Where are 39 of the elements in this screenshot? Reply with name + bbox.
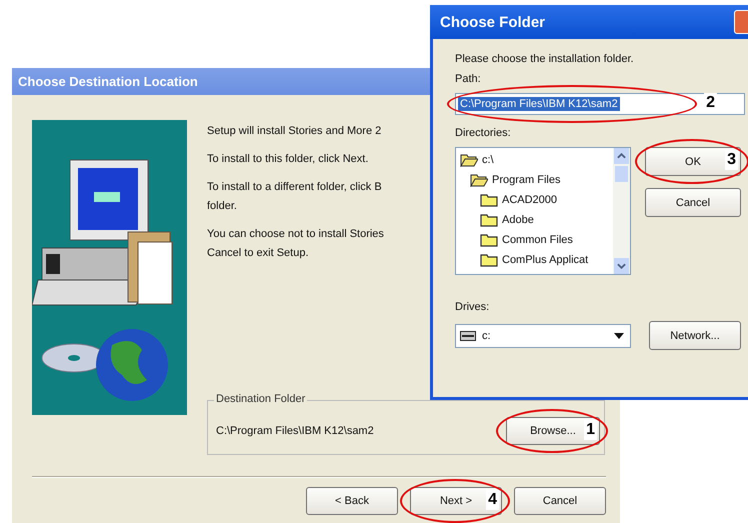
destination-path: C:\Program Files\IBM K12\sam2 xyxy=(216,424,374,436)
annotation-number: 4 xyxy=(486,490,499,510)
open-folder-icon xyxy=(460,153,478,167)
directory-item[interactable]: ACAD2000 xyxy=(456,190,613,210)
scroll-up-icon xyxy=(617,153,626,159)
dialog-button[interactable]: Cancel xyxy=(514,487,606,515)
drive-icon xyxy=(460,330,476,340)
prompt-text: Please choose the installation folder. xyxy=(455,53,634,65)
dropdown-arrow-icon xyxy=(614,332,624,338)
group-label: Destination Folder xyxy=(214,393,308,405)
instruction-text: Setup will install Stories and More 2 xyxy=(207,124,382,139)
annotation-number: 1 xyxy=(584,420,597,440)
folder-icon xyxy=(480,213,498,227)
directory-item[interactable]: Common Files xyxy=(456,230,613,250)
directory-item[interactable]: Program Files xyxy=(456,170,613,190)
drive-dropdown[interactable]: c: xyxy=(455,324,631,348)
instruction-text: To install to this folder, click Next. xyxy=(207,152,368,167)
dialog-button[interactable]: < Back xyxy=(306,487,398,515)
folder-icon xyxy=(480,253,498,267)
instruction-text: To install to a different folder, click B folder. xyxy=(207,180,382,214)
path-value: C:\Program Files\IBM K12\sam2 xyxy=(458,97,620,111)
open-folder-icon xyxy=(470,173,488,187)
field-label: Directories: xyxy=(455,127,511,139)
instruction-text: You can choose not to install Stories Cancel to exit Setup. xyxy=(207,227,384,261)
dialog-button[interactable]: Cancel xyxy=(645,188,741,217)
folder-icon xyxy=(480,233,498,247)
scroll-down-icon xyxy=(617,263,626,269)
window-title: Choose Folder xyxy=(440,14,546,30)
scroll-thumb[interactable] xyxy=(615,166,628,182)
directory-item[interactable]: c:\ xyxy=(456,150,613,170)
scrollbar[interactable] xyxy=(613,148,630,274)
window-title: Choose Destination Location xyxy=(18,74,198,89)
annotation-number: 3 xyxy=(725,150,738,170)
directory-item[interactable]: ComPlus Applicat xyxy=(456,250,613,270)
directory-item[interactable]: Adobe xyxy=(456,210,613,230)
network-button[interactable]: Network... xyxy=(649,321,741,350)
field-label: Path: xyxy=(455,73,481,85)
field-label: Drives: xyxy=(455,301,490,313)
folder-icon xyxy=(480,193,498,207)
